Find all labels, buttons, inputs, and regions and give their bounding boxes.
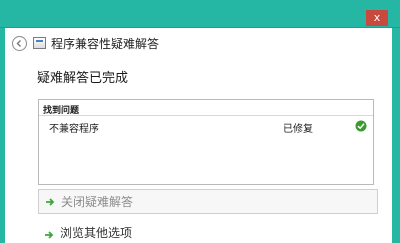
troubleshooter-app-icon bbox=[33, 37, 46, 49]
window-titlebar: x bbox=[0, 0, 400, 28]
page-heading: 疑难解答已完成 bbox=[37, 71, 129, 86]
window-header: 程序兼容性疑难解答 bbox=[12, 34, 159, 52]
close-troubleshooter-label: 关闭疑难解答 bbox=[61, 195, 134, 209]
window-border-right bbox=[392, 28, 400, 243]
window-title: 程序兼容性疑难解答 bbox=[51, 36, 160, 51]
explore-options-label: 浏览其他选项 bbox=[60, 226, 133, 240]
green-arrow-icon bbox=[45, 231, 54, 239]
explore-options-link[interactable]: 浏览其他选项 bbox=[38, 226, 132, 243]
close-troubleshooter-link[interactable]: 关闭疑难解答 bbox=[38, 189, 378, 214]
problem-name: 不兼容程序 bbox=[49, 124, 99, 135]
problem-status: 已修复 bbox=[283, 124, 313, 135]
close-window-button[interactable]: x bbox=[366, 10, 388, 26]
window-border-left bbox=[0, 28, 5, 243]
green-arrow-icon bbox=[46, 197, 55, 206]
section-divider bbox=[39, 115, 373, 116]
back-arrow-icon bbox=[16, 39, 21, 47]
results-panel: 找到问题 不兼容程序 已修复 bbox=[38, 99, 374, 185]
check-icon bbox=[355, 120, 367, 132]
back-button[interactable] bbox=[12, 35, 27, 51]
